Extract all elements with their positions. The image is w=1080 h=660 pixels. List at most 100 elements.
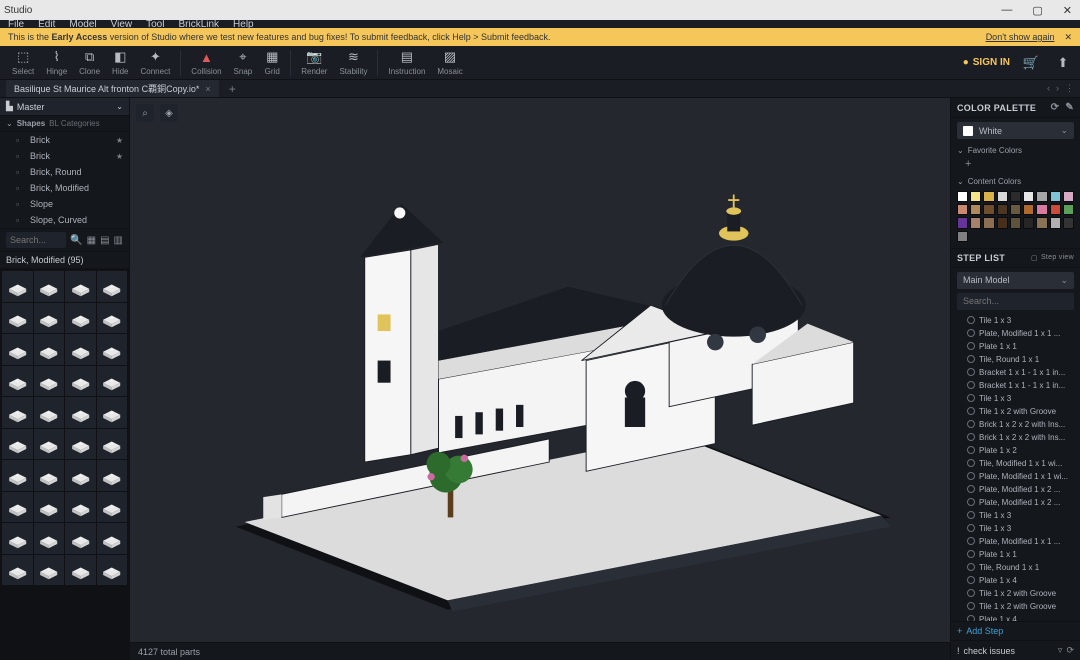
- part-thumbnail[interactable]: [97, 555, 128, 586]
- part-thumbnail[interactable]: [65, 460, 96, 491]
- step-list-item[interactable]: Tile 1 x 3: [953, 522, 1078, 535]
- color-swatch[interactable]: [1063, 204, 1074, 215]
- tab-nav-next[interactable]: ›: [1056, 83, 1059, 94]
- shape-category-item[interactable]: ▫Brick: [0, 148, 129, 164]
- tool-mosaic[interactable]: ▨Mosaic: [431, 49, 468, 76]
- color-swatch[interactable]: [983, 191, 994, 202]
- menu-tool[interactable]: Tool: [146, 19, 164, 30]
- part-thumbnail[interactable]: [97, 366, 128, 397]
- part-thumbnail[interactable]: [34, 271, 65, 302]
- color-swatch[interactable]: [1023, 204, 1034, 215]
- color-swatch[interactable]: [997, 217, 1008, 228]
- part-thumbnail[interactable]: [65, 303, 96, 334]
- 3d-viewport[interactable]: ⌕ ◈: [130, 98, 950, 660]
- color-swatch[interactable]: [957, 231, 968, 242]
- color-swatch[interactable]: [1050, 217, 1061, 228]
- model-selector-dropdown[interactable]: Main Model ⌄: [957, 272, 1074, 289]
- banner-close-icon[interactable]: ✕: [1064, 32, 1072, 43]
- part-thumbnail[interactable]: [34, 555, 65, 586]
- part-thumbnail[interactable]: [65, 523, 96, 554]
- view-medium-icon[interactable]: ▤: [100, 235, 109, 246]
- color-swatch[interactable]: [983, 204, 994, 215]
- palette-edit-icon[interactable]: ✎: [1065, 102, 1074, 113]
- part-thumbnail[interactable]: [65, 366, 96, 397]
- close-window-button[interactable]: ✕: [1059, 4, 1076, 17]
- view-large-icon[interactable]: ▥: [114, 235, 123, 246]
- tool-collision[interactable]: ▲Collision: [185, 49, 227, 76]
- shape-category-item[interactable]: ▫Slope, Curved: [0, 212, 129, 228]
- color-swatch[interactable]: [997, 204, 1008, 215]
- part-thumbnail[interactable]: [2, 555, 33, 586]
- step-list-item[interactable]: Plate 1 x 4: [953, 613, 1078, 621]
- document-tab[interactable]: Basilique St Maurice Alt fronton C覇銅Copy…: [6, 80, 219, 97]
- step-list-item[interactable]: Plate, Modified 1 x 2 ...: [953, 483, 1078, 496]
- part-thumbnail[interactable]: [34, 492, 65, 523]
- color-swatch[interactable]: [1063, 191, 1074, 202]
- part-thumbnail[interactable]: [65, 271, 96, 302]
- menu-file[interactable]: File: [8, 19, 24, 30]
- step-list-item[interactable]: Tile, Round 1 x 1: [953, 561, 1078, 574]
- tab-add-button[interactable]: +: [229, 82, 236, 96]
- cart-icon[interactable]: 🛒: [1020, 52, 1042, 74]
- color-swatch[interactable]: [1036, 204, 1047, 215]
- part-thumbnail[interactable]: [34, 334, 65, 365]
- part-thumbnail[interactable]: [97, 460, 128, 491]
- step-list-item[interactable]: Plate 1 x 2: [953, 444, 1078, 457]
- upload-icon[interactable]: ⬆: [1052, 52, 1074, 74]
- current-color-dropdown[interactable]: White ⌄: [957, 122, 1074, 139]
- part-thumbnail[interactable]: [65, 429, 96, 460]
- part-thumbnail[interactable]: [2, 460, 33, 491]
- step-list-item[interactable]: Tile 1 x 2 with Groove: [953, 587, 1078, 600]
- step-list-item[interactable]: Plate 1 x 1: [953, 548, 1078, 561]
- parts-search-input[interactable]: [6, 232, 66, 248]
- step-view-toggle[interactable]: ▢Step view: [1031, 254, 1074, 262]
- viewport-camera-icon[interactable]: ⌕: [136, 104, 154, 122]
- viewport-settings-icon[interactable]: ◈: [160, 104, 178, 122]
- part-thumbnail[interactable]: [34, 460, 65, 491]
- minimize-button[interactable]: —: [997, 4, 1016, 17]
- tool-hinge[interactable]: ⌇Hinge: [40, 49, 73, 76]
- master-dropdown[interactable]: ▙Master⌄: [0, 98, 129, 116]
- part-thumbnail[interactable]: [34, 366, 65, 397]
- step-list-item[interactable]: Tile, Round 1 x 1: [953, 353, 1078, 366]
- color-swatch[interactable]: [1050, 204, 1061, 215]
- step-search-input[interactable]: [963, 296, 1080, 306]
- part-thumbnail[interactable]: [34, 303, 65, 334]
- model-canvas[interactable]: [130, 98, 950, 642]
- maximize-button[interactable]: ▢: [1028, 4, 1046, 17]
- step-list-item[interactable]: Plate, Modified 1 x 1 wi...: [953, 470, 1078, 483]
- shape-category-item[interactable]: ▫Brick, Round: [0, 164, 129, 180]
- part-thumbnail[interactable]: [97, 397, 128, 428]
- step-list-item[interactable]: Tile 1 x 3: [953, 509, 1078, 522]
- shape-category-item[interactable]: ▫Brick: [0, 132, 129, 148]
- tab-nav-menu[interactable]: ⋮: [1065, 83, 1074, 94]
- tool-instruction[interactable]: ▤Instruction: [382, 49, 431, 76]
- step-list-item[interactable]: Tile, Modified 1 x 1 wi...: [953, 457, 1078, 470]
- banner-dismiss-link[interactable]: Don't show again: [986, 32, 1055, 42]
- part-thumbnail[interactable]: [97, 334, 128, 365]
- menu-view[interactable]: View: [111, 19, 133, 30]
- color-swatch[interactable]: [957, 204, 968, 215]
- check-issues-row[interactable]: !check issues ▿⟳: [951, 640, 1080, 660]
- color-swatch[interactable]: [970, 204, 981, 215]
- refresh-icon[interactable]: ⟳: [1066, 645, 1074, 656]
- shapes-header[interactable]: ⌄ShapesBL Categories: [0, 116, 129, 132]
- add-favorite-button[interactable]: +: [951, 158, 1080, 174]
- step-list-item[interactable]: Bracket 1 x 1 - 1 x 1 in...: [953, 379, 1078, 392]
- color-swatch[interactable]: [1036, 191, 1047, 202]
- favorite-colors-header[interactable]: ⌄Favorite Colors: [951, 143, 1080, 158]
- color-swatch[interactable]: [983, 217, 994, 228]
- color-swatch[interactable]: [957, 191, 968, 202]
- step-list-item[interactable]: Plate, Modified 1 x 1 ...: [953, 535, 1078, 548]
- palette-filter-icon[interactable]: ⟳: [1051, 102, 1060, 113]
- part-thumbnail[interactable]: [2, 492, 33, 523]
- color-swatch[interactable]: [957, 217, 968, 228]
- menu-edit[interactable]: Edit: [38, 19, 55, 30]
- menu-bricklink[interactable]: BrickLink: [178, 19, 219, 30]
- add-step-button[interactable]: +Add Step: [951, 621, 1080, 640]
- step-list-item[interactable]: Brick 1 x 2 x 2 with Ins...: [953, 418, 1078, 431]
- tool-hide[interactable]: ◧Hide: [106, 49, 134, 76]
- menu-model[interactable]: Model: [69, 19, 96, 30]
- part-thumbnail[interactable]: [97, 429, 128, 460]
- step-list-item[interactable]: Plate 1 x 4: [953, 574, 1078, 587]
